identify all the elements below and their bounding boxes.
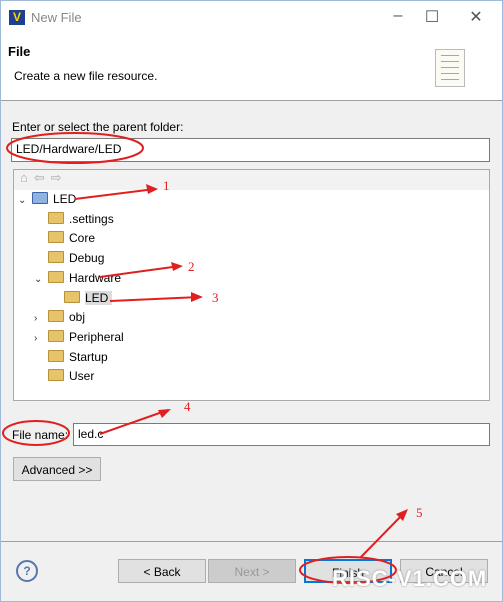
tree-item[interactable]: LED <box>50 289 113 307</box>
page-title: File <box>8 44 31 59</box>
folder-icon <box>32 192 48 204</box>
tree-item[interactable]: ⌄ Hardware <box>34 269 121 287</box>
back-icon[interactable]: ⇦ <box>34 170 51 185</box>
title-bar: V New File – ☐ ✕ <box>1 1 502 33</box>
folder-icon <box>48 310 64 323</box>
tree-item[interactable]: Core <box>34 229 95 247</box>
chevron-right-icon[interactable]: › <box>34 310 48 328</box>
tree-toolbar: ⌂⇦⇨ <box>14 170 489 190</box>
folder-icon <box>48 270 64 283</box>
forward-icon[interactable]: ⇨ <box>51 170 68 185</box>
chevron-down-icon[interactable]: ⌄ <box>18 192 32 210</box>
home-icon[interactable]: ⌂ <box>20 170 34 185</box>
page-description: Create a new file resource. <box>14 69 158 83</box>
folder-tree[interactable]: ⌂⇦⇨ ⌄ LED .settings Core Debug ⌄ Hardware LED › o… <box>13 169 490 401</box>
file-name-label: File name: <box>12 428 69 442</box>
tree-item-label: LED <box>85 290 113 305</box>
advanced-button[interactable]: Advanced >> <box>13 457 101 481</box>
folder-icon <box>48 231 64 244</box>
tree-item[interactable]: › obj <box>34 308 85 326</box>
close-button[interactable]: ✕ <box>461 7 491 27</box>
tree-item-label: LED <box>53 192 77 206</box>
window-title: New File <box>31 10 82 25</box>
maximize-button[interactable]: ☐ <box>417 7 447 27</box>
tree-item-label: User <box>69 369 95 384</box>
file-icon <box>435 49 465 87</box>
annotation-number: 1 <box>163 178 170 193</box>
help-icon[interactable]: ? <box>16 560 38 582</box>
new-file-dialog: V New File – ☐ ✕ File Create a new file … <box>0 0 503 602</box>
tree-item-label: .settings <box>69 211 114 226</box>
annotation-number: 3 <box>212 290 219 305</box>
back-button[interactable]: < Back <box>118 559 206 583</box>
folder-icon <box>48 329 64 342</box>
tree-item-label: obj <box>69 310 86 325</box>
parent-folder-input[interactable]: LED/Hardware/LED <box>11 138 490 162</box>
tree-item[interactable]: ⌄ LED <box>18 190 76 208</box>
annotation-number: 5 <box>416 505 423 520</box>
tree-item[interactable]: Startup <box>34 348 108 366</box>
folder-icon <box>48 211 64 224</box>
tree-item-label: Hardware <box>69 270 122 285</box>
next-button: Next > <box>208 559 296 583</box>
folder-icon <box>48 369 64 382</box>
tree-item[interactable]: Debug <box>34 249 104 267</box>
chevron-down-icon[interactable]: ⌄ <box>34 271 48 289</box>
app-logo-icon: V <box>9 10 25 25</box>
folder-icon <box>64 290 80 303</box>
tree-item[interactable]: User <box>34 367 94 385</box>
watermark: RISC-V1.COM <box>332 566 488 591</box>
file-name-input[interactable]: led.c <box>73 423 490 446</box>
chevron-right-icon[interactable]: › <box>34 330 48 348</box>
wizard-banner: File Create a new file resource. <box>1 33 502 101</box>
tree-item-label: Core <box>69 231 96 246</box>
folder-icon <box>48 349 64 362</box>
folder-icon <box>48 251 64 264</box>
parent-folder-label: Enter or select the parent folder: <box>12 120 184 134</box>
tree-item-label: Debug <box>69 251 105 266</box>
minimize-button[interactable]: – <box>383 7 413 27</box>
tree-item-label: Peripheral <box>69 329 124 344</box>
tree-item[interactable]: .settings <box>34 210 114 228</box>
tree-item[interactable]: › Peripheral <box>34 328 124 346</box>
divider <box>1 541 502 542</box>
tree-item-label: Startup <box>69 349 108 364</box>
annotation-number: 4 <box>184 399 191 414</box>
annotation-number: 2 <box>188 259 195 274</box>
